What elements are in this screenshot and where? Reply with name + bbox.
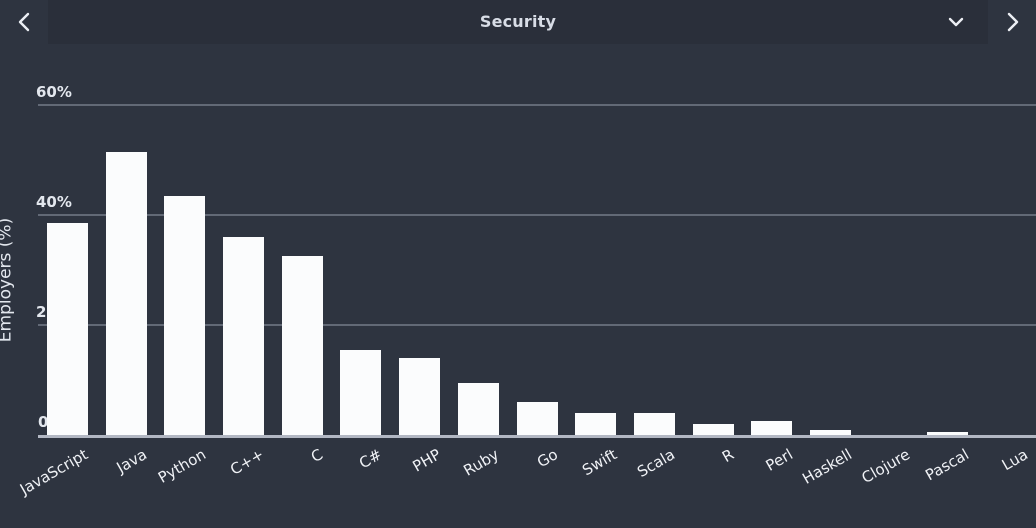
prev-chart-button[interactable] — [0, 0, 48, 44]
chevron-right-icon — [1004, 10, 1020, 34]
chevron-down-icon[interactable] — [946, 15, 966, 29]
bar[interactable] — [222, 237, 264, 435]
bar[interactable] — [516, 402, 558, 435]
bar[interactable] — [751, 421, 793, 435]
bar[interactable] — [810, 429, 852, 435]
bar[interactable] — [340, 349, 382, 435]
bar[interactable] — [575, 413, 617, 435]
carousel-header: Security — [0, 0, 1036, 44]
bar[interactable] — [399, 358, 441, 435]
chevron-left-icon — [16, 10, 32, 34]
y-axis-title: Employers (%) — [0, 217, 16, 343]
bar[interactable] — [633, 413, 675, 435]
bar[interactable] — [457, 382, 499, 435]
bar[interactable] — [281, 256, 323, 435]
chart-page: Security Employers (%) 020%40%60% JavaSc… — [0, 0, 1036, 528]
bar[interactable] — [46, 223, 88, 435]
bar[interactable] — [692, 424, 734, 435]
bar[interactable] — [927, 432, 969, 435]
chart-selector[interactable]: Security — [48, 0, 988, 44]
next-chart-button[interactable] — [988, 0, 1036, 44]
bar[interactable] — [164, 195, 206, 435]
bar-chart: Employers (%) 020%40%60% JavaScriptJavaP… — [0, 44, 1036, 528]
bar[interactable] — [105, 151, 147, 435]
page-title: Security — [479, 12, 557, 31]
